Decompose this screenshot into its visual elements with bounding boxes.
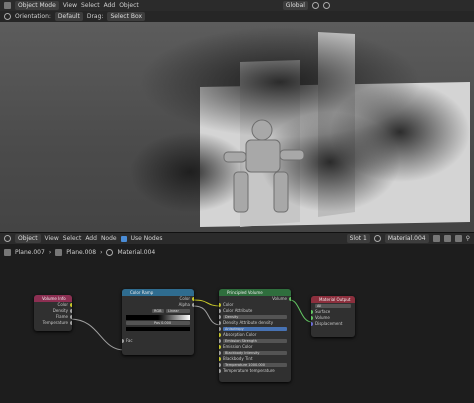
input-fac: Fac: [122, 338, 194, 344]
drag-label: Drag:: [86, 13, 104, 20]
socket-color-in[interactable]: [219, 303, 221, 307]
menu-select[interactable]: Select: [63, 235, 82, 242]
density-field[interactable]: Density: [223, 315, 287, 319]
editor-type-icon[interactable]: [4, 2, 11, 9]
unlink-icon[interactable]: [454, 235, 462, 242]
node-editor-header: Object View Select Add Node Use Nodes Sl…: [0, 232, 474, 244]
socket-fac[interactable]: [122, 339, 124, 343]
anisotropy-field[interactable]: Anisotropy: [223, 327, 287, 331]
menu-object[interactable]: Object: [119, 2, 139, 9]
orientation-dropdown[interactable]: Default: [54, 12, 83, 21]
link-color: [193, 299, 222, 307]
crumb-object: Plane.007: [15, 248, 45, 256]
temperature-field[interactable]: Temperature 1000.000: [223, 363, 287, 367]
duplicate-icon[interactable]: [443, 235, 451, 242]
interpolation-dropdown[interactable]: Linear: [166, 309, 190, 313]
color-ramp-node[interactable]: Color Ramp Color Alpha RGB Linear Pos 0.0…: [122, 289, 194, 355]
volume-info-node[interactable]: Volume Info Color Density Flame Temperat…: [34, 295, 72, 331]
transform-orientation-dropdown[interactable]: Global: [282, 1, 308, 10]
node-title: Material Output: [311, 296, 355, 303]
socket-surface[interactable]: [311, 310, 313, 314]
use-nodes-checkbox[interactable]: [120, 235, 127, 242]
socket-volume-in[interactable]: [311, 316, 313, 320]
mode-dropdown[interactable]: Object Mode: [15, 1, 59, 10]
output-temperature: Temperature: [34, 320, 72, 326]
material-field[interactable]: Material.004: [384, 234, 429, 243]
link-alpha-density: [193, 305, 222, 326]
menu-add[interactable]: Add: [104, 2, 116, 9]
blackbody-intensity-field[interactable]: Blackbody Intensity: [223, 351, 287, 355]
pos-field[interactable]: Pos 0.000: [152, 321, 190, 325]
menu-node[interactable]: Node: [101, 235, 117, 242]
socket-color[interactable]: [192, 297, 194, 301]
orientation-icon: [4, 13, 11, 20]
material-icon: [106, 248, 114, 256]
proportional-icon[interactable]: [322, 2, 330, 9]
breadcrumb: Plane.007 › Plane.008 › Material.004: [0, 246, 474, 258]
material-sphere-icon[interactable]: [373, 235, 381, 242]
slot-dropdown[interactable]: Slot 1: [346, 234, 370, 243]
menu-view[interactable]: View: [63, 2, 77, 9]
socket-temperature[interactable]: [70, 321, 72, 325]
drag-dropdown[interactable]: Select Box: [107, 12, 146, 21]
crumb-material: Material.004: [117, 248, 156, 256]
editor-type-icon[interactable]: [4, 235, 11, 242]
socket-alpha[interactable]: [192, 303, 194, 307]
orientation-label: Orientation:: [15, 13, 51, 20]
viewport-toolbar: Orientation: Default Drag: Select Box: [0, 11, 474, 22]
snap-icon[interactable]: [311, 2, 319, 9]
target-dropdown[interactable]: All: [315, 304, 351, 308]
viewport-render: [130, 27, 470, 227]
link-volume: [289, 299, 313, 323]
object-icon: [4, 248, 11, 256]
use-nodes-label: Use Nodes: [130, 235, 163, 242]
fake-user-icon[interactable]: [432, 235, 440, 242]
menu-add[interactable]: Add: [85, 235, 97, 242]
shader-type-dropdown[interactable]: Object: [15, 234, 41, 243]
crumb-mesh: Plane.008: [66, 248, 97, 256]
socket-density[interactable]: [70, 309, 72, 313]
menu-view[interactable]: View: [45, 235, 59, 242]
socket-flame[interactable]: [70, 315, 72, 319]
socket-displacement[interactable]: [311, 322, 313, 326]
mesh-icon: [55, 248, 63, 256]
node-title: Principled Volume: [219, 289, 291, 296]
pin-icon[interactable]: ⚲: [466, 235, 470, 242]
socket-color[interactable]: [70, 303, 72, 307]
link-density-fac: [69, 318, 125, 351]
3d-viewport[interactable]: [0, 22, 474, 232]
node-title: Volume Info: [34, 295, 72, 302]
socket-volume[interactable]: [289, 297, 291, 301]
emission-strength-field[interactable]: Emission Strength: [223, 339, 287, 343]
node-title: Color Ramp: [122, 289, 194, 296]
principled-volume-node[interactable]: Principled Volume Volume Color Color Att…: [219, 289, 291, 382]
mode-dropdown[interactable]: RGB: [152, 309, 164, 313]
material-output-node[interactable]: Material Output All Surface Volume Displ…: [311, 296, 355, 337]
viewport-header: Object Mode View Select Add Object Globa…: [0, 0, 474, 11]
menu-select[interactable]: Select: [81, 2, 100, 9]
